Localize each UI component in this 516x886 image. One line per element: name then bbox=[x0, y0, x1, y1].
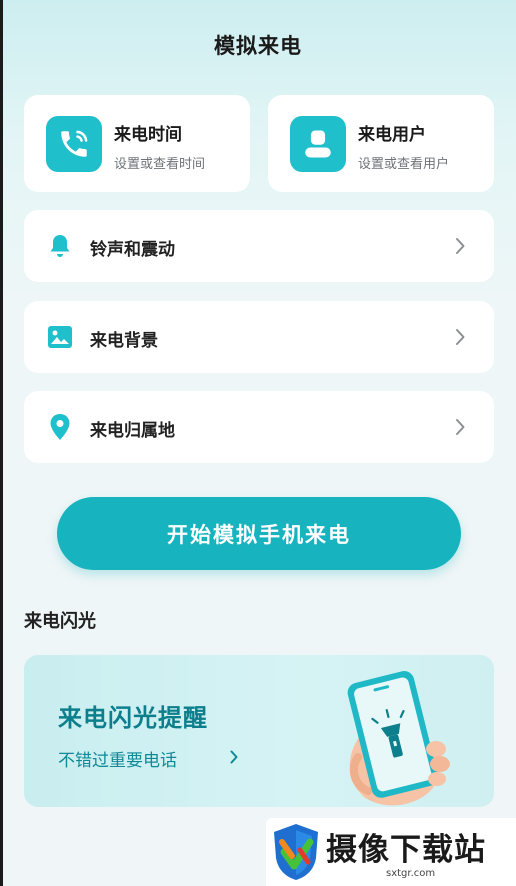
bell-icon bbox=[46, 232, 74, 260]
banner-subtitle: 不错过重要电话 bbox=[58, 751, 177, 771]
call-time-card[interactable]: 来电时间 设置或查看时间 bbox=[24, 95, 250, 192]
caller-user-subtitle: 设置或查看用户 bbox=[358, 157, 450, 172]
start-simulated-call-button[interactable]: 开始模拟手机来电 bbox=[57, 497, 461, 570]
flash-reminder-banner[interactable]: 来电闪光提醒 不错过重要电话 bbox=[24, 655, 494, 807]
hand-phone-flashlight-icon bbox=[347, 671, 450, 806]
chevron-right-icon bbox=[456, 238, 465, 254]
caller-user-title: 来电用户 bbox=[358, 125, 426, 145]
background-label: 来电背景 bbox=[90, 331, 158, 351]
call-time-subtitle: 设置或查看时间 bbox=[114, 157, 206, 172]
settings-row-location[interactable]: 来电归属地 bbox=[24, 391, 494, 463]
watermark-url: sxtgr.com bbox=[386, 868, 436, 879]
watermark-text: 摄像下载站 bbox=[326, 832, 486, 868]
banner-title: 来电闪光提醒 bbox=[58, 704, 208, 732]
call-time-title: 来电时间 bbox=[114, 125, 182, 145]
location-pin-icon bbox=[46, 413, 74, 441]
image-icon bbox=[46, 323, 74, 351]
caller-user-card[interactable]: 来电用户 设置或查看用户 bbox=[268, 95, 494, 192]
phone-ringing-icon bbox=[46, 116, 102, 172]
location-label: 来电归属地 bbox=[90, 421, 175, 441]
ringtone-label: 铃声和震动 bbox=[90, 240, 175, 260]
flash-section-title: 来电闪光 bbox=[24, 611, 96, 632]
page-title: 模拟来电 bbox=[214, 34, 302, 58]
shield-logo-icon bbox=[274, 824, 318, 880]
watermark: 摄像下载站 sxtgr.com bbox=[266, 818, 516, 886]
user-icon bbox=[290, 116, 346, 172]
settings-row-ringtone[interactable]: 铃声和震动 bbox=[24, 210, 494, 282]
chevron-right-icon bbox=[456, 419, 465, 435]
settings-row-background[interactable]: 来电背景 bbox=[24, 301, 494, 373]
chevron-right-icon bbox=[456, 329, 465, 345]
window-edge bbox=[0, 0, 3, 886]
chevron-right-icon bbox=[230, 750, 238, 764]
